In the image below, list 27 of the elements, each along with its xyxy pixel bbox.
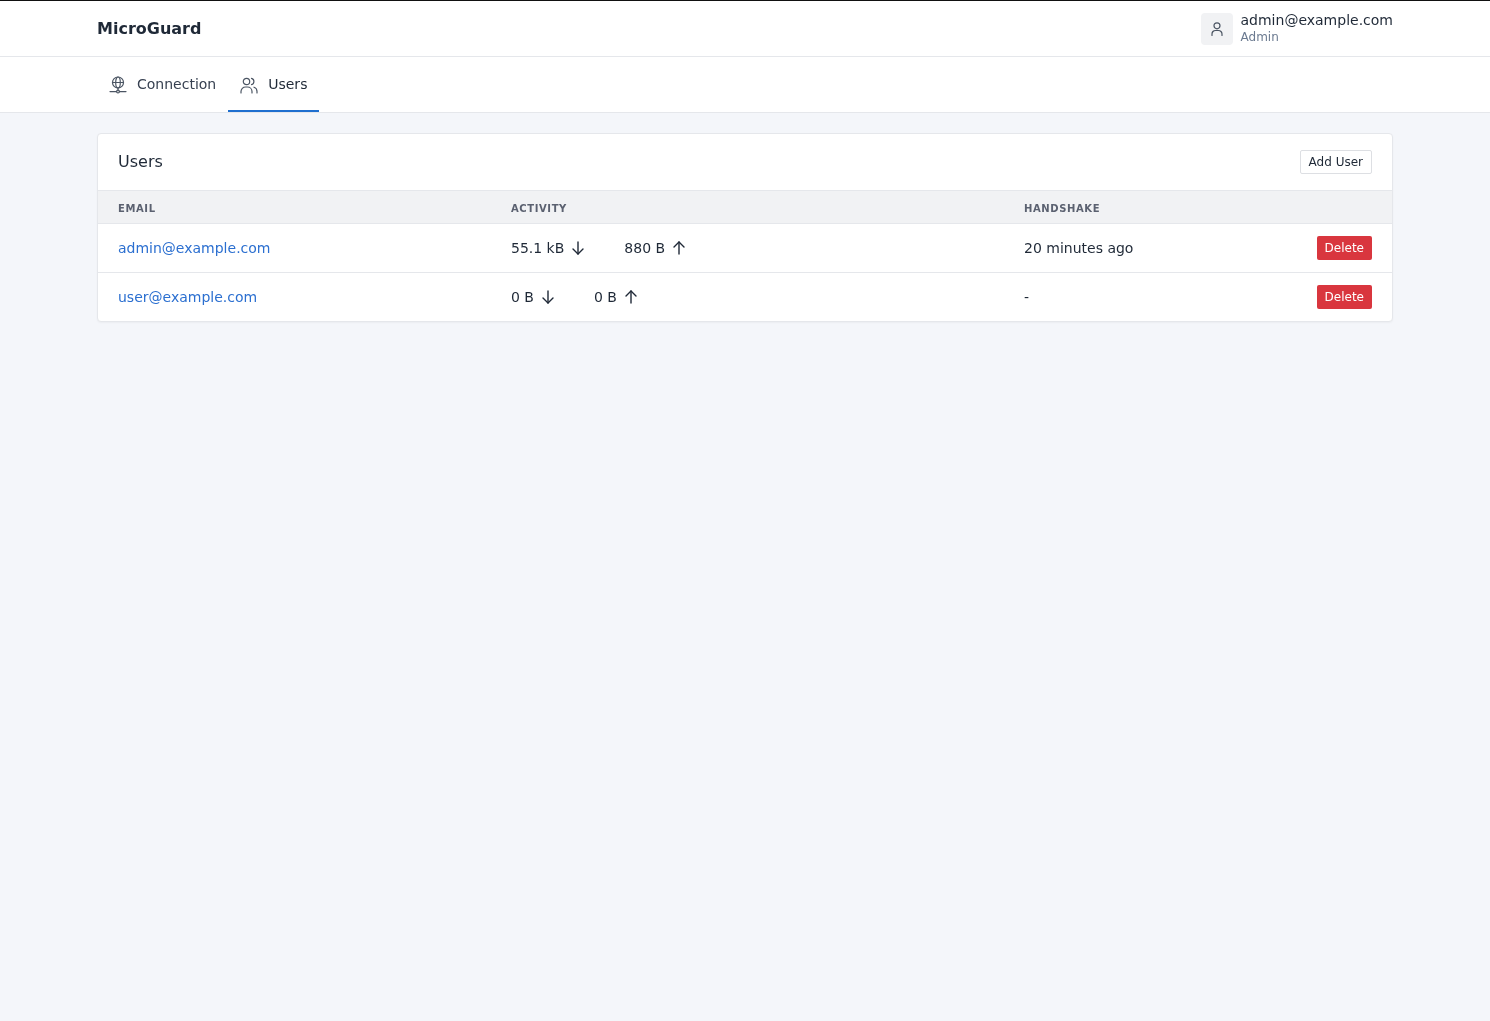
delete-button[interactable]: Delete <box>1316 236 1372 260</box>
arrow-down-icon <box>572 241 585 255</box>
card-title: Users <box>118 151 163 173</box>
user-email-link[interactable]: admin@example.com <box>118 240 271 256</box>
user-email-link[interactable]: user@example.com <box>118 289 258 305</box>
user-avatar-icon <box>1200 12 1233 45</box>
column-header: ACTIVITY <box>511 203 567 214</box>
nav-tab[interactable]: Connection <box>97 57 229 112</box>
traffic-amount: 0 B <box>511 287 534 307</box>
account-role: Admin <box>1240 29 1280 45</box>
column-header: EMAIL <box>118 203 156 214</box>
handshake-time: - <box>1024 289 1030 305</box>
traffic-amount: 0 B <box>593 287 617 307</box>
nav-tab[interactable]: Users <box>228 57 320 112</box>
arrow-up-icon <box>624 290 637 304</box>
account-email: admin@example.com <box>1240 12 1393 30</box>
arrow-up-icon <box>673 241 686 255</box>
arrow-down-icon <box>541 290 554 304</box>
traffic-amount: 880 B <box>624 238 666 258</box>
globe-network-icon <box>109 75 127 94</box>
add-user-button[interactable]: Add User <box>1299 150 1372 174</box>
delete-button[interactable]: Delete <box>1316 285 1372 309</box>
traffic-amount: 55.1 kB <box>511 238 565 258</box>
column-header: HANDSHAKE <box>1024 203 1101 214</box>
brand-name: MicroGuard <box>97 17 202 40</box>
users-icon <box>240 75 259 94</box>
handshake-time: 20 minutes ago <box>1024 240 1134 256</box>
